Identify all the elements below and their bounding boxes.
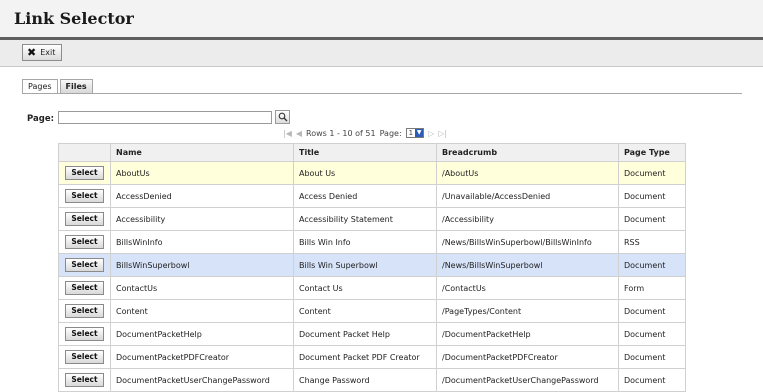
next-page-icon[interactable]: ▷ bbox=[428, 129, 434, 138]
pager: |◀ ◀ Rows 1 - 10 of 51 Page: 1 ▼ ▷ ▷| bbox=[283, 128, 447, 138]
cell-title: Bills Win Superbowl bbox=[293, 253, 437, 277]
cell-breadcrumb: /Unavailable/AccessDenied bbox=[436, 184, 619, 208]
table-row[interactable]: Select DocumentPacketPDFCreator Document… bbox=[58, 345, 686, 369]
column-header-name[interactable]: Name bbox=[110, 143, 294, 162]
cell-page-type: Form bbox=[618, 276, 686, 300]
cell-breadcrumb: /AboutUs bbox=[436, 161, 619, 185]
select-button[interactable]: Select bbox=[65, 189, 104, 203]
cell-breadcrumb: /PageTypes/Content bbox=[436, 299, 619, 323]
cell-breadcrumb: /ContactUs bbox=[436, 276, 619, 300]
cell-title: Access Denied bbox=[293, 184, 437, 208]
cell-breadcrumb: /Accessibility bbox=[436, 207, 619, 231]
cell-breadcrumb: /News/BillsWinSuperbowl bbox=[436, 253, 619, 277]
cell-breadcrumb: /DocumentPacketHelp bbox=[436, 322, 619, 346]
last-page-icon[interactable]: ▷| bbox=[438, 129, 447, 138]
window-title: Link Selector bbox=[14, 9, 134, 28]
table-row[interactable]: Select Accessibility Accessibility State… bbox=[58, 207, 686, 231]
cell-page-type: Document bbox=[618, 345, 686, 369]
column-header-page-type[interactable]: Page Type bbox=[618, 143, 686, 162]
rows-count: Rows 1 - 10 of 51 bbox=[306, 128, 376, 138]
cell-title: Change Password bbox=[293, 368, 437, 392]
select-button[interactable]: Select bbox=[65, 350, 104, 364]
select-button[interactable]: Select bbox=[65, 373, 104, 387]
select-button[interactable]: Select bbox=[65, 235, 104, 249]
table-row[interactable]: Select ContactUs Contact Us /ContactUs F… bbox=[58, 276, 686, 300]
search-icon bbox=[278, 112, 288, 122]
cell-page-type: Document bbox=[618, 207, 686, 231]
cell-name: BillsWinSuperbowl bbox=[110, 253, 294, 277]
cell-title: Content bbox=[293, 299, 437, 323]
page-select[interactable]: 1 ▼ bbox=[405, 128, 425, 138]
cell-page-type: Document bbox=[618, 368, 686, 392]
cell-name: AccessDenied bbox=[110, 184, 294, 208]
table-row[interactable]: Select Content Content /PageTypes/Conten… bbox=[58, 299, 686, 323]
cell-page-type: Document bbox=[618, 184, 686, 208]
page-select-value: 1 bbox=[408, 129, 414, 137]
page-select-label: Page: bbox=[379, 128, 402, 138]
cell-title: Document Packet Help bbox=[293, 322, 437, 346]
table-row[interactable]: Select BillsWinInfo Bills Win Info /News… bbox=[58, 230, 686, 254]
title-bar: Link Selector bbox=[0, 0, 763, 40]
table-row[interactable]: Select DocumentPacketHelp Document Packe… bbox=[58, 322, 686, 346]
cell-name: DocumentPacketHelp bbox=[110, 322, 294, 346]
exit-button[interactable]: ✖ Exit bbox=[22, 44, 63, 61]
cell-page-type: RSS bbox=[618, 230, 686, 254]
cell-name: AboutUs bbox=[110, 161, 294, 185]
select-button[interactable]: Select bbox=[65, 258, 104, 272]
cell-title: Bills Win Info bbox=[293, 230, 437, 254]
prev-page-icon[interactable]: ◀ bbox=[296, 129, 302, 138]
tab-pages[interactable]: Pages bbox=[22, 79, 58, 94]
select-button[interactable]: Select bbox=[65, 166, 104, 180]
select-button[interactable]: Select bbox=[65, 304, 104, 318]
cell-page-type: Document bbox=[618, 161, 686, 185]
cell-title: Accessibility Statement bbox=[293, 207, 437, 231]
cell-breadcrumb: /DocumentPacketUserChangePassword bbox=[436, 368, 619, 392]
cell-page-type: Document bbox=[618, 322, 686, 346]
cell-name: BillsWinInfo bbox=[110, 230, 294, 254]
table-row[interactable]: Select DocumentPacketUserChangePassword … bbox=[58, 368, 686, 392]
cell-breadcrumb: /DocumentPacketPDFCreator bbox=[436, 345, 619, 369]
cell-name: ContactUs bbox=[110, 276, 294, 300]
cell-name: DocumentPacketPDFCreator bbox=[110, 345, 294, 369]
cell-title: Contact Us bbox=[293, 276, 437, 300]
cell-name: Content bbox=[110, 299, 294, 323]
table-row[interactable]: Select AboutUs About Us /AboutUs Documen… bbox=[58, 161, 686, 185]
page-search-input[interactable] bbox=[58, 111, 272, 124]
select-button[interactable]: Select bbox=[65, 327, 104, 341]
select-button[interactable]: Select bbox=[65, 281, 104, 295]
cell-breadcrumb: /News/BillsWinSuperbowl/BillsWinInfo bbox=[436, 230, 619, 254]
close-icon: ✖ bbox=[27, 46, 37, 59]
search-button[interactable] bbox=[275, 110, 290, 124]
column-header-select bbox=[58, 143, 111, 162]
chevron-down-icon: ▼ bbox=[415, 129, 424, 137]
tab-divider bbox=[22, 93, 742, 94]
cell-name: DocumentPacketUserChangePassword bbox=[110, 368, 294, 392]
column-header-title[interactable]: Title bbox=[293, 143, 437, 162]
exit-label: Exit bbox=[40, 48, 56, 57]
pages-table: Name Title Breadcrumb Page Type Select A… bbox=[58, 143, 686, 392]
table-row[interactable]: Select BillsWinSuperbowl Bills Win Super… bbox=[58, 253, 686, 277]
toolbar: ✖ Exit bbox=[0, 40, 763, 67]
table-row[interactable]: Select AccessDenied Access Denied /Unava… bbox=[58, 184, 686, 208]
column-header-breadcrumb[interactable]: Breadcrumb bbox=[436, 143, 619, 162]
cell-title: Document Packet PDF Creator bbox=[293, 345, 437, 369]
cell-title: About Us bbox=[293, 161, 437, 185]
page-search-label: Page: bbox=[27, 114, 54, 124]
table-header-row: Name Title Breadcrumb Page Type bbox=[58, 143, 686, 162]
tab-files[interactable]: Files bbox=[59, 79, 93, 94]
cell-name: Accessibility bbox=[110, 207, 294, 231]
cell-page-type: Document bbox=[618, 299, 686, 323]
first-page-icon[interactable]: |◀ bbox=[283, 129, 292, 138]
cell-page-type: Document bbox=[618, 253, 686, 277]
tab-bar: Pages Files bbox=[22, 79, 93, 94]
select-button[interactable]: Select bbox=[65, 212, 104, 226]
